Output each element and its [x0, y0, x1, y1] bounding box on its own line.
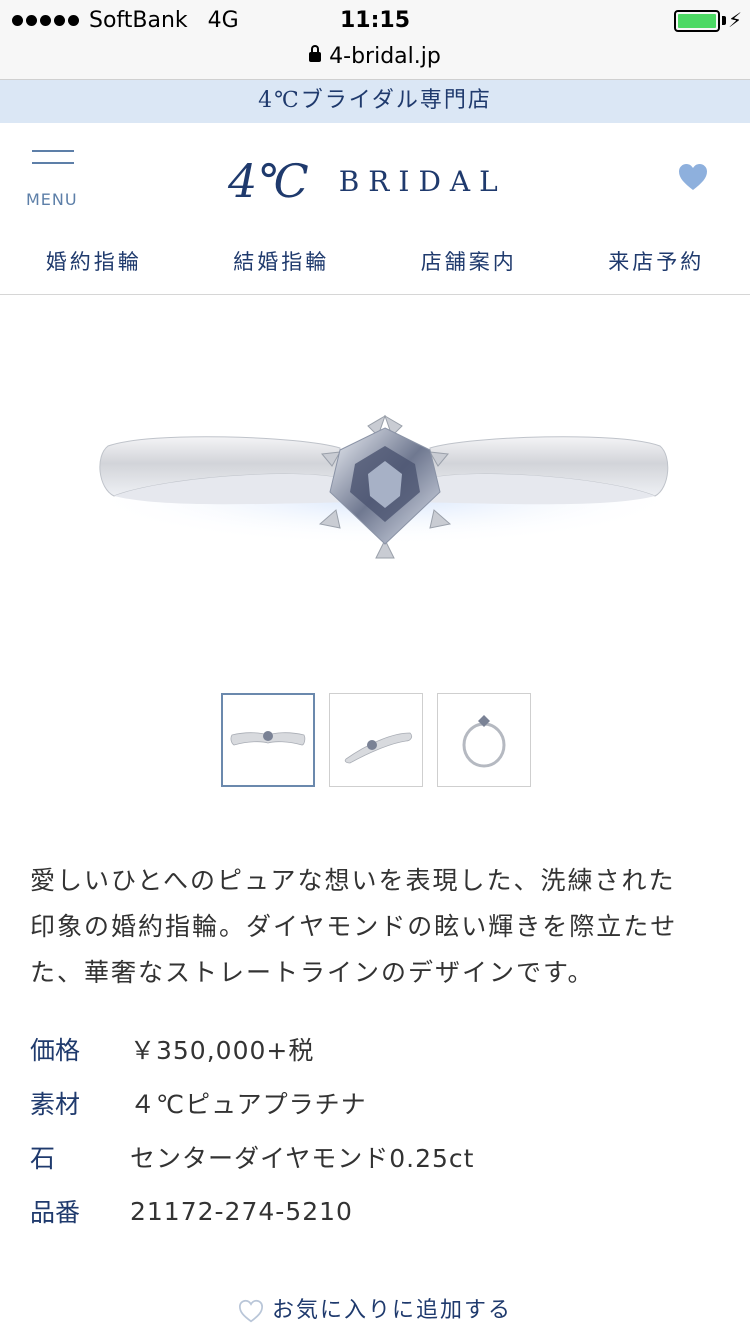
lock-icon	[309, 45, 322, 62]
url-text: 4-bridal.jp	[329, 44, 441, 69]
status-bar: SoftBank 4G 11:15 ⚡	[0, 0, 750, 42]
spec-row-item-number: 品番 21172-274-5210	[30, 1184, 730, 1238]
nav-wedding-rings[interactable]: 結婚指輪	[188, 233, 376, 294]
spec-row-stone: 石 センターダイヤモンド0.25ct	[30, 1130, 730, 1184]
favorite-label: お気に入りに追加する	[271, 1298, 512, 1323]
hamburger-icon	[24, 150, 84, 164]
product-specs: 価格 ￥350,000+税 素材 ４℃ピュアプラチナ 石 センターダイヤモンド0…	[30, 1022, 730, 1238]
thumbnail-side[interactable]	[437, 693, 531, 787]
spec-label: 石	[30, 1144, 56, 1173]
address-bar[interactable]: 4-bridal.jp	[0, 42, 750, 80]
spec-row-price: 価格 ￥350,000+税	[30, 1022, 730, 1076]
logo-text: BRIDAL	[338, 164, 507, 198]
battery-tip	[722, 16, 726, 25]
spec-label: 価格	[30, 1036, 81, 1065]
spec-label: 素材	[30, 1090, 81, 1119]
main-nav: 婚約指輪 結婚指輪 店舗案内 来店予約	[0, 233, 750, 295]
product-main-image	[0, 296, 750, 676]
heart-icon[interactable]	[678, 163, 708, 193]
description-line: 印象の婚約指輪。ダイヤモンドの眩い輝きを際立たせ	[30, 912, 678, 941]
site-header: MENU 4℃ BRIDAL	[0, 123, 750, 233]
heart-outline-icon	[238, 1299, 263, 1323]
nav-store-guide[interactable]: 店舗案内	[375, 233, 563, 294]
clock: 11:15	[339, 8, 411, 33]
spec-label: 品番	[30, 1198, 81, 1227]
brand-logo[interactable]: 4℃ BRIDAL	[228, 151, 507, 211]
spec-value: ４℃ピュアプラチナ	[130, 1090, 367, 1119]
menu-button[interactable]: MENU	[24, 150, 84, 210]
spec-row-material: 素材 ４℃ピュアプラチナ	[30, 1076, 730, 1130]
thumbnail-angle[interactable]	[329, 693, 423, 787]
spec-value: センターダイヤモンド0.25ct	[130, 1144, 475, 1173]
description-line: 愛しいひとへのピュアな想いを表現した、洗練された	[30, 866, 676, 895]
spec-value: 21172-274-5210	[130, 1196, 353, 1226]
battery-icon	[674, 10, 720, 32]
spec-value: ￥350,000+税	[130, 1036, 315, 1065]
description-line: た、華奢なストレートラインのデザインです。	[30, 958, 595, 987]
nav-reservation[interactable]: 来店予約	[563, 233, 750, 294]
thumbnail-front[interactable]	[221, 693, 315, 787]
image-thumbnails	[221, 693, 531, 787]
add-to-favorites-button[interactable]: お気に入りに追加する	[0, 1292, 750, 1324]
store-banner: 4℃ブライダル専門店	[0, 80, 750, 123]
logo-mark: 4℃	[228, 154, 309, 208]
nav-engagement-rings[interactable]: 婚約指輪	[0, 233, 188, 294]
charging-icon: ⚡	[727, 8, 742, 32]
menu-label: MENU	[26, 190, 78, 209]
product-description: 愛しいひとへのピュアな想いを表現した、洗練された 印象の婚約指輪。ダイヤモンドの…	[30, 858, 730, 996]
